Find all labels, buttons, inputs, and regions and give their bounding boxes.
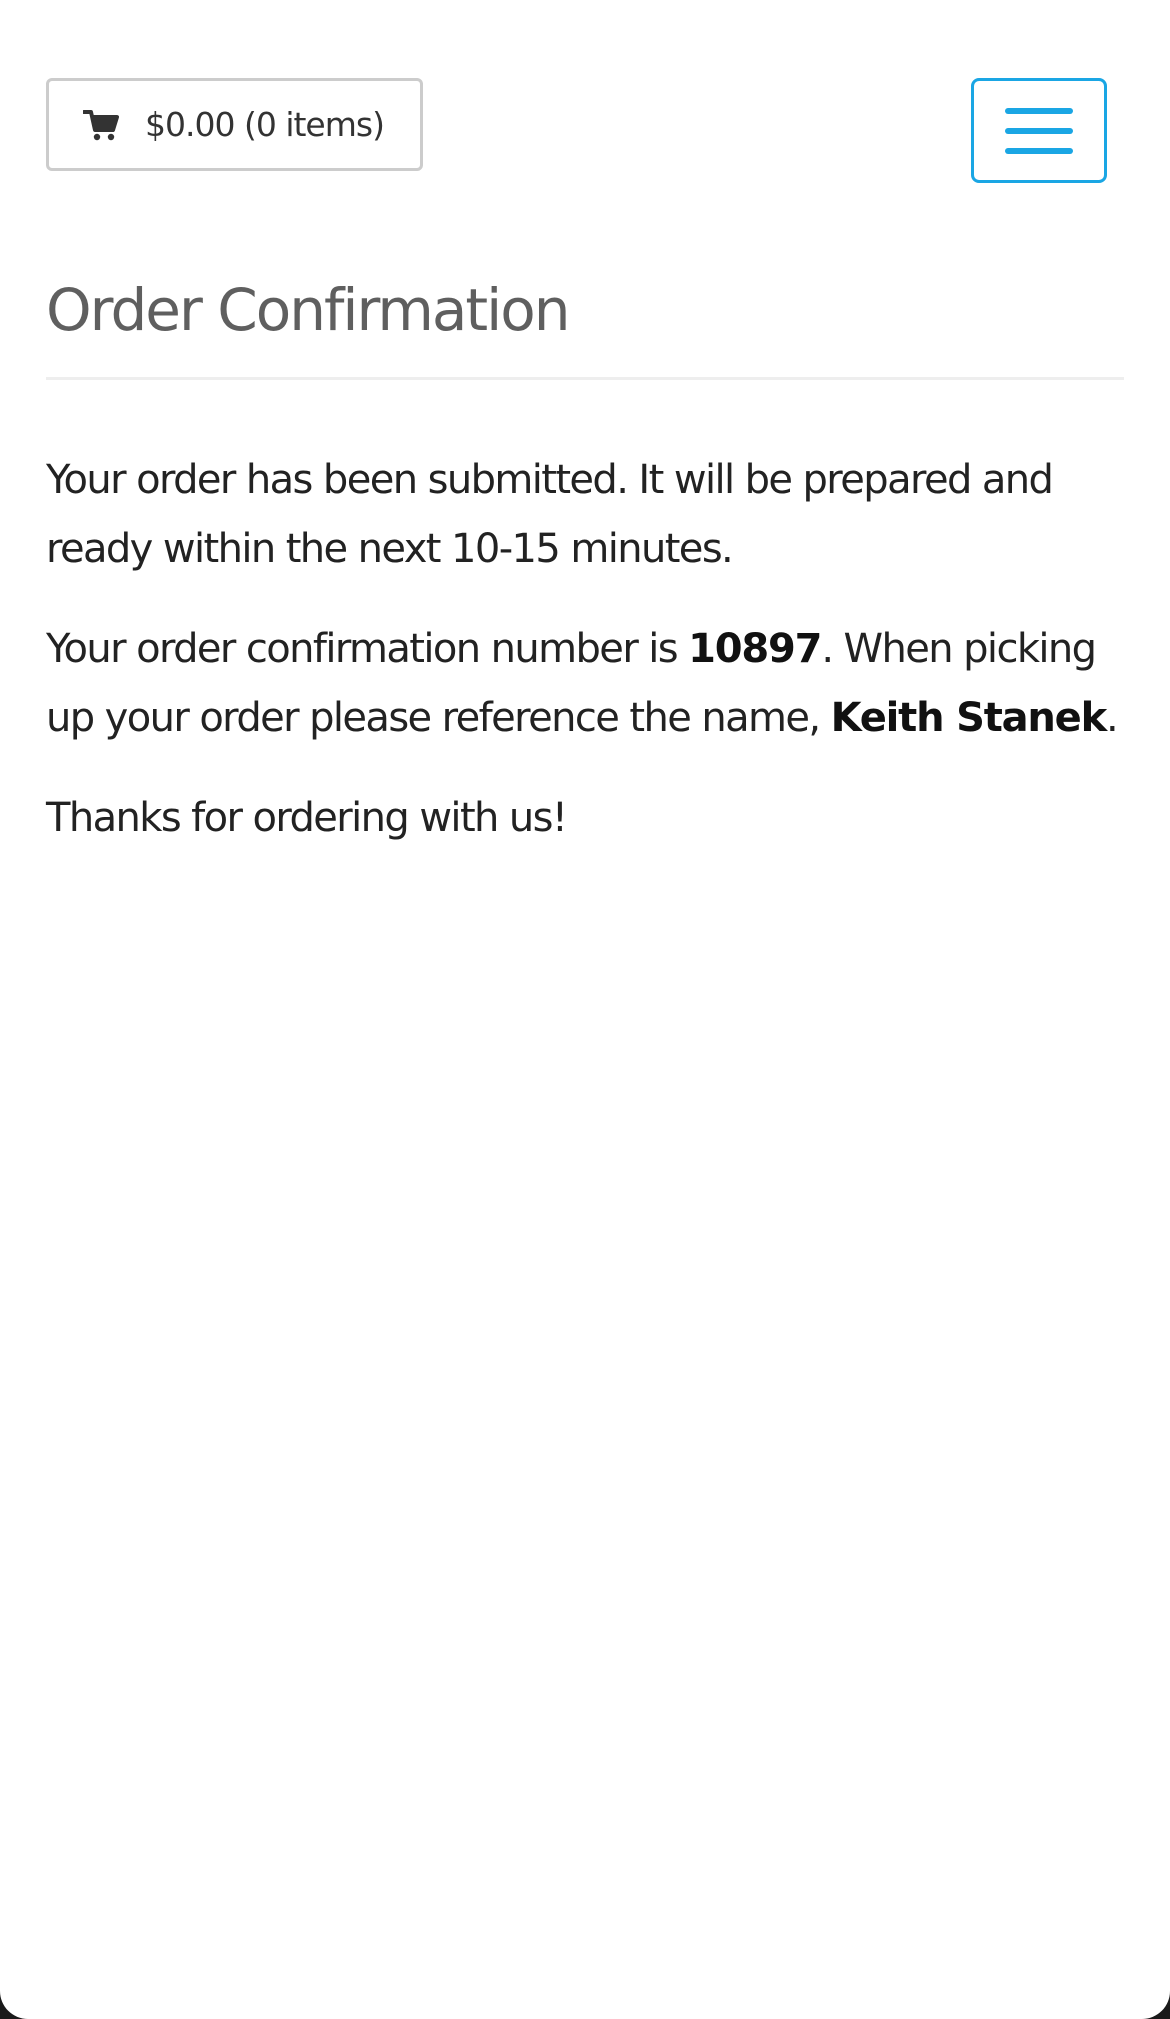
- customer-name: Keith Stanek: [830, 695, 1108, 741]
- shopping-cart-icon: [83, 109, 119, 141]
- page-title: Order Confirmation: [46, 276, 571, 344]
- hamburger-menu-icon-bar-middle: [1005, 127, 1073, 134]
- sentence-end: .: [1106, 695, 1119, 741]
- menu-button[interactable]: [971, 78, 1107, 183]
- submitted-message: Your order has been submitted. It will b…: [46, 457, 1054, 572]
- confirmation-content: Your order has been submitted. It will b…: [46, 446, 1126, 884]
- confirmation-prefix: Your order confirmation number is: [46, 626, 689, 672]
- confirmation-message: Your order confirmation number is 10897.…: [46, 615, 1126, 753]
- title-divider: [46, 377, 1124, 380]
- cart-total-label: $0.00 (0 items): [145, 105, 385, 144]
- hamburger-menu-icon-bar-top: [1005, 107, 1073, 114]
- confirmation-number: 10897: [688, 626, 822, 672]
- hamburger-menu-icon-bar-bottom: [1005, 147, 1073, 154]
- page: $0.00 (0 items) Order Confirmation Your …: [0, 0, 1170, 2019]
- thanks-message: Thanks for ordering with us!: [46, 795, 568, 841]
- cart-button[interactable]: $0.00 (0 items): [46, 78, 423, 171]
